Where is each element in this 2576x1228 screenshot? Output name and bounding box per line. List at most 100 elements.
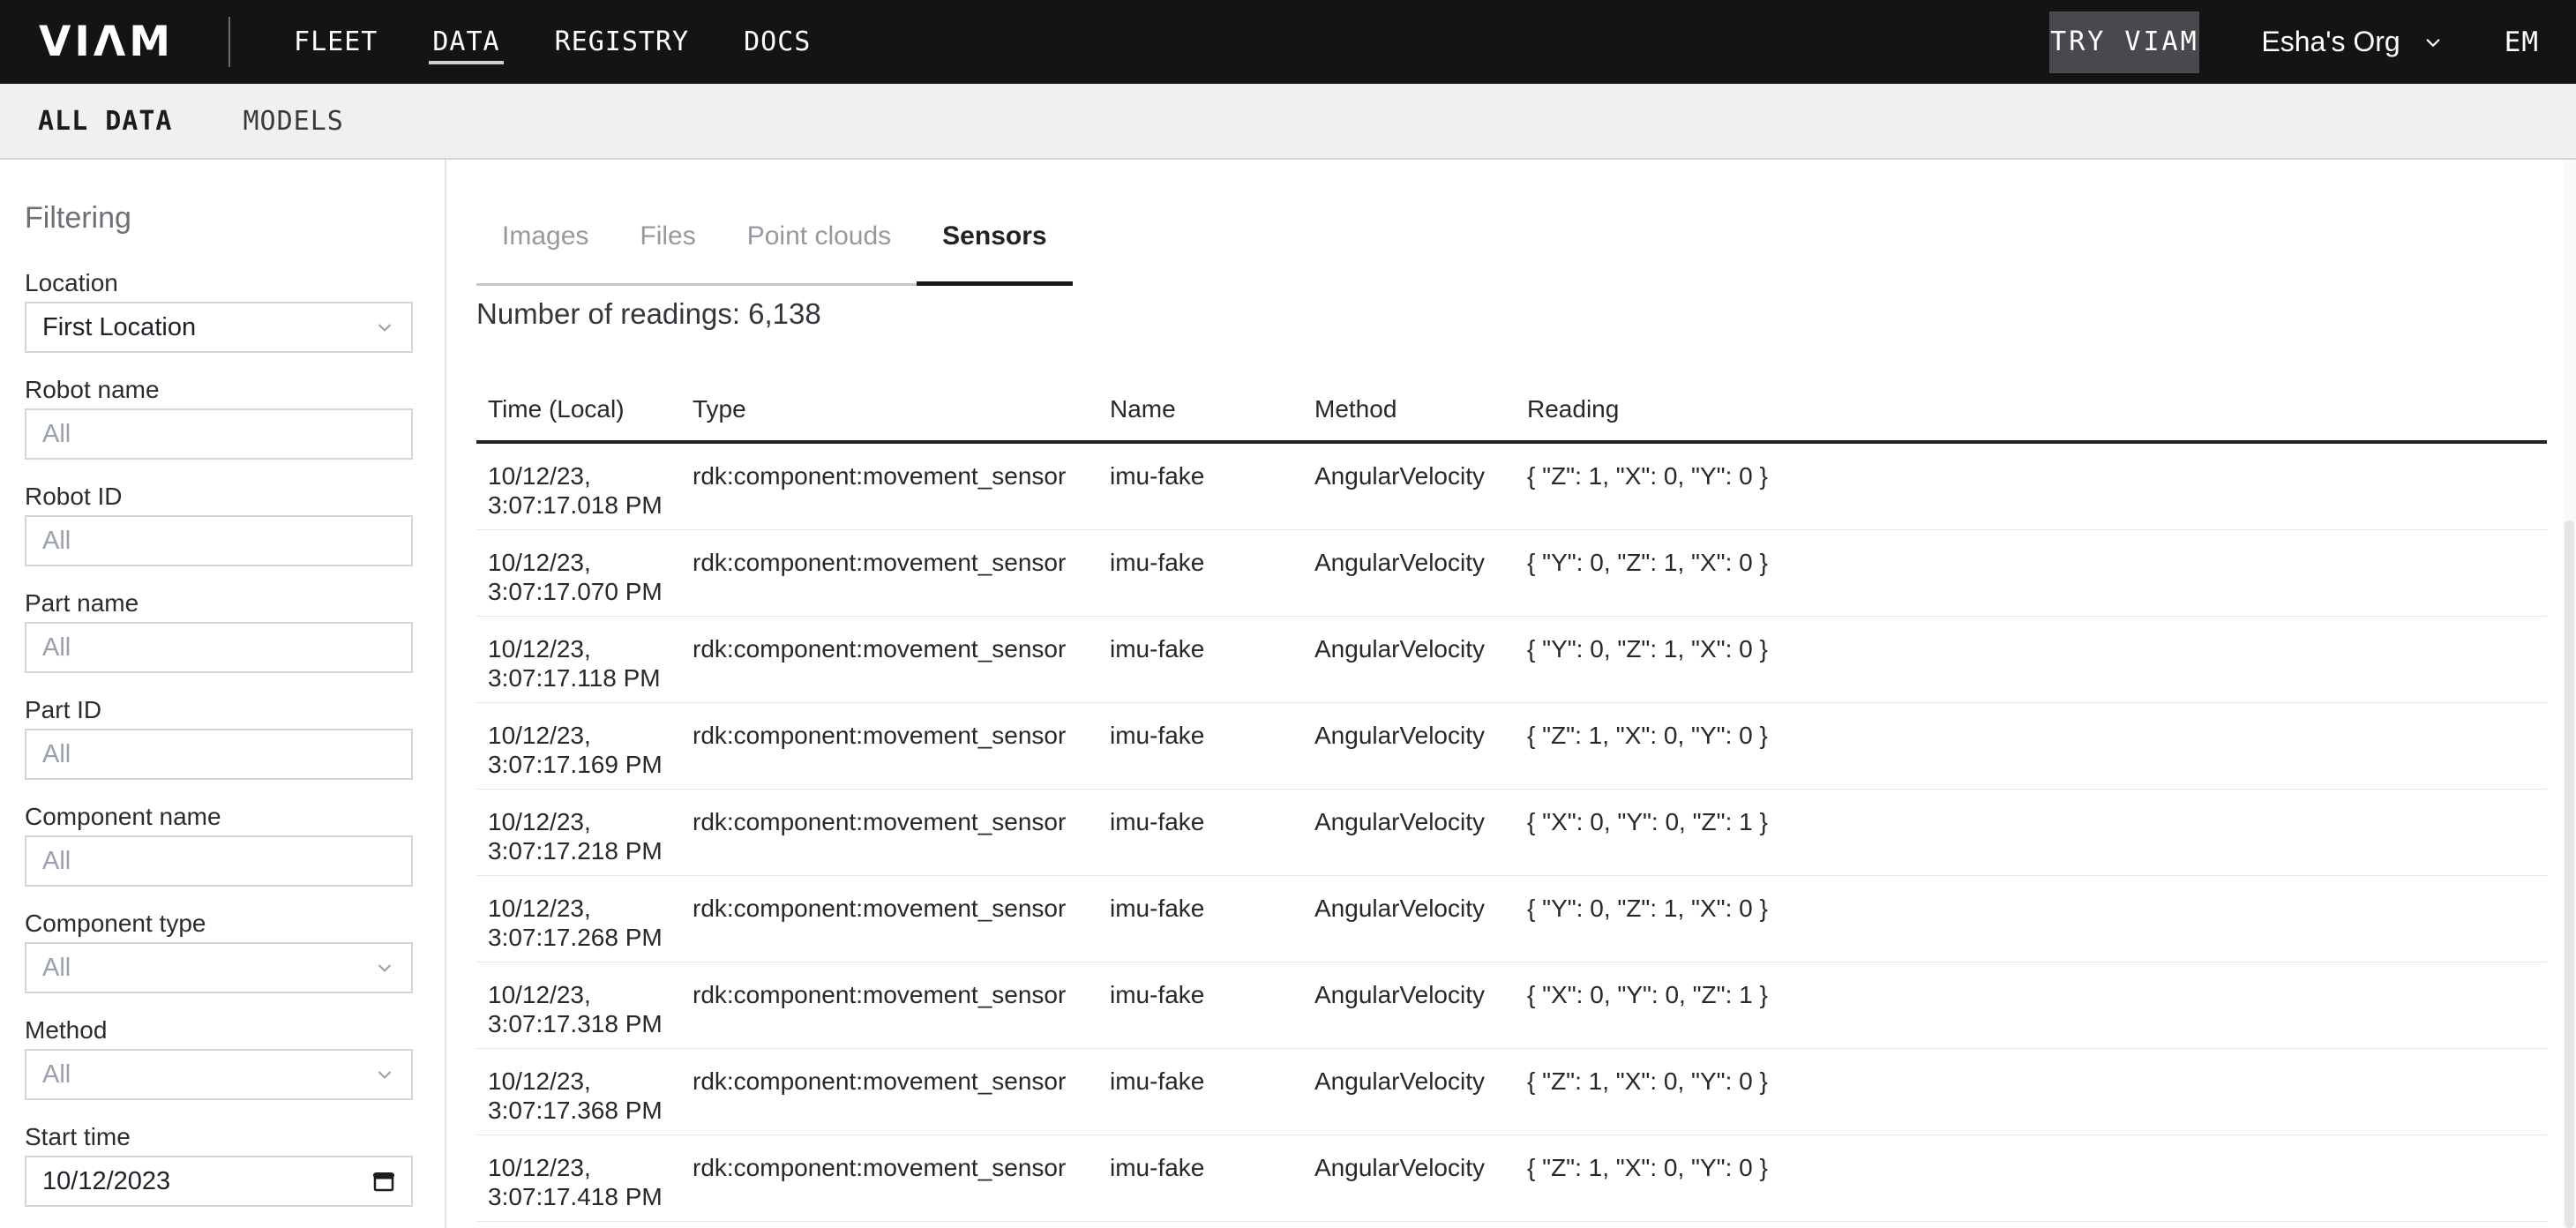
calendar-icon[interactable] (371, 1168, 397, 1194)
component-name-label: Component name (25, 803, 413, 830)
top-nav-right: TRY VIAM Esha's Org EM (2049, 11, 2576, 73)
column-header-type: Type (681, 395, 1098, 423)
primary-nav: FLEET DATA REGISTRY DOCS (294, 0, 811, 84)
robot-name-input[interactable] (25, 408, 413, 460)
cell-type: rdk:component:movement_sensor (681, 1049, 1098, 1134)
nav-item-registry[interactable]: REGISTRY (555, 0, 690, 84)
cell-type: rdk:component:movement_sensor (681, 444, 1098, 529)
location-label: Location (25, 269, 413, 296)
cell-method: AngularVelocity (1303, 530, 1516, 616)
method-label: Method (25, 1016, 413, 1044)
cell-type: rdk:component:movement_sensor (681, 790, 1098, 875)
table-row: 10/12/23, 3:07:17.218 PM rdk:component:m… (476, 790, 2547, 876)
filter-robot-id: Robot ID (25, 483, 413, 566)
tab-all-data[interactable]: ALL DATA (38, 106, 173, 137)
filtering-title: Filtering (25, 202, 438, 234)
cell-method: AngularVelocity (1303, 703, 1516, 789)
method-select[interactable]: All (25, 1049, 413, 1100)
nav-item-fleet[interactable]: FLEET (294, 0, 378, 84)
cell-type: rdk:component:movement_sensor (681, 530, 1098, 616)
filter-part-id: Part ID (25, 696, 413, 780)
cell-method: AngularVelocity (1303, 444, 1516, 529)
cell-method: AngularVelocity (1303, 876, 1516, 962)
sensor-readings-table: Time (Local) Type Name Method Reading 10… (476, 378, 2547, 1222)
filter-location: Location First Location (25, 269, 413, 353)
nav-item-data[interactable]: DATA (432, 0, 499, 84)
table-row: 10/12/23, 3:07:17.070 PM rdk:component:m… (476, 530, 2547, 617)
column-header-name: Name (1098, 395, 1303, 423)
cell-time: 10/12/23, 3:07:17.418 PM (476, 1135, 681, 1221)
cell-time: 10/12/23, 3:07:17.070 PM (476, 530, 681, 616)
table-row: 10/12/23, 3:07:17.268 PM rdk:component:m… (476, 876, 2547, 962)
part-id-input[interactable] (25, 729, 413, 780)
filter-start-time: Start time 10/12/2023 (25, 1123, 413, 1207)
component-type-label: Component type (25, 910, 413, 937)
location-select[interactable]: First Location (25, 302, 413, 353)
tab-images[interactable]: Images (476, 206, 614, 283)
table-body: 10/12/23, 3:07:17.018 PM rdk:component:m… (476, 444, 2547, 1222)
nav-divider (228, 17, 230, 67)
cell-time: 10/12/23, 3:07:17.318 PM (476, 962, 681, 1048)
column-header-method: Method (1303, 395, 1516, 423)
start-date-input[interactable]: 10/12/2023 (25, 1156, 413, 1207)
component-type-value: All (42, 954, 71, 983)
cell-name: imu-fake (1098, 1049, 1303, 1134)
cell-time: 10/12/23, 3:07:17.118 PM (476, 617, 681, 702)
part-name-input[interactable] (25, 622, 413, 673)
tab-sensors[interactable]: Sensors (917, 206, 1072, 283)
cell-method: AngularVelocity (1303, 1049, 1516, 1134)
cell-name: imu-fake (1098, 444, 1303, 529)
scrollbar-thumb[interactable] (2565, 520, 2574, 1228)
org-switcher[interactable]: Esha's Org (2261, 26, 2445, 58)
table-row: 10/12/23, 3:07:17.018 PM rdk:component:m… (476, 444, 2547, 530)
cell-method: AngularVelocity (1303, 790, 1516, 875)
table-row: 10/12/23, 3:07:17.118 PM rdk:component:m… (476, 617, 2547, 703)
method-value: All (42, 1060, 71, 1089)
start-date-value: 10/12/2023 (42, 1167, 170, 1196)
data-content: Images Files Point clouds Sensors Number… (448, 160, 2576, 1228)
filter-robot-name: Robot name (25, 376, 413, 460)
cell-reading: { "Z": 1, "X": 0, "Y": 0 } (1516, 1049, 2547, 1134)
chevron-down-icon (372, 1062, 397, 1087)
chevron-down-icon (372, 315, 397, 340)
tab-point-clouds[interactable]: Point clouds (722, 206, 917, 283)
try-viam-button[interactable]: TRY VIAM (2049, 11, 2199, 73)
cell-time: 10/12/23, 3:07:17.169 PM (476, 703, 681, 789)
column-header-time: Time (Local) (476, 395, 681, 423)
chevron-down-icon (372, 955, 397, 980)
tab-files[interactable]: Files (614, 206, 721, 283)
user-avatar[interactable]: EM (2505, 26, 2539, 58)
chevron-down-icon (2420, 29, 2446, 56)
cell-type: rdk:component:movement_sensor (681, 703, 1098, 789)
cell-name: imu-fake (1098, 962, 1303, 1048)
data-type-tabs: Images Files Point clouds Sensors (476, 206, 1073, 286)
cell-method: AngularVelocity (1303, 962, 1516, 1048)
page-scrollbar (2563, 160, 2576, 1228)
cell-name: imu-fake (1098, 530, 1303, 616)
cell-reading: { "X": 0, "Y": 0, "Z": 1 } (1516, 962, 2547, 1048)
cell-reading: { "Y": 0, "Z": 1, "X": 0 } (1516, 617, 2547, 702)
table-row: 10/12/23, 3:07:17.169 PM rdk:component:m… (476, 703, 2547, 790)
cell-time: 10/12/23, 3:07:17.218 PM (476, 790, 681, 875)
tab-models[interactable]: MODELS (243, 106, 344, 137)
cell-time: 10/12/23, 3:07:17.018 PM (476, 444, 681, 529)
component-name-input[interactable] (25, 835, 413, 887)
org-name: Esha's Org (2261, 26, 2400, 58)
nav-item-docs[interactable]: DOCS (744, 0, 811, 84)
table-row: 10/12/23, 3:07:17.418 PM rdk:component:m… (476, 1135, 2547, 1222)
sub-nav: ALL DATA MODELS (0, 84, 2576, 160)
cell-method: AngularVelocity (1303, 1135, 1516, 1221)
filter-sidebar: Filtering Location First Location Robot … (0, 160, 446, 1228)
cell-reading: { "Y": 0, "Z": 1, "X": 0 } (1516, 530, 2547, 616)
cell-type: rdk:component:movement_sensor (681, 962, 1098, 1048)
robot-name-label: Robot name (25, 376, 413, 403)
robot-id-label: Robot ID (25, 483, 413, 510)
cell-name: imu-fake (1098, 790, 1303, 875)
cell-type: rdk:component:movement_sensor (681, 876, 1098, 962)
cell-reading: { "Z": 1, "X": 0, "Y": 0 } (1516, 1135, 2547, 1221)
column-header-reading: Reading (1516, 395, 2547, 423)
robot-id-input[interactable] (25, 515, 413, 566)
viam-logo[interactable]: VIΛM (39, 18, 174, 66)
filter-component-name: Component name (25, 803, 413, 887)
component-type-select[interactable]: All (25, 942, 413, 993)
